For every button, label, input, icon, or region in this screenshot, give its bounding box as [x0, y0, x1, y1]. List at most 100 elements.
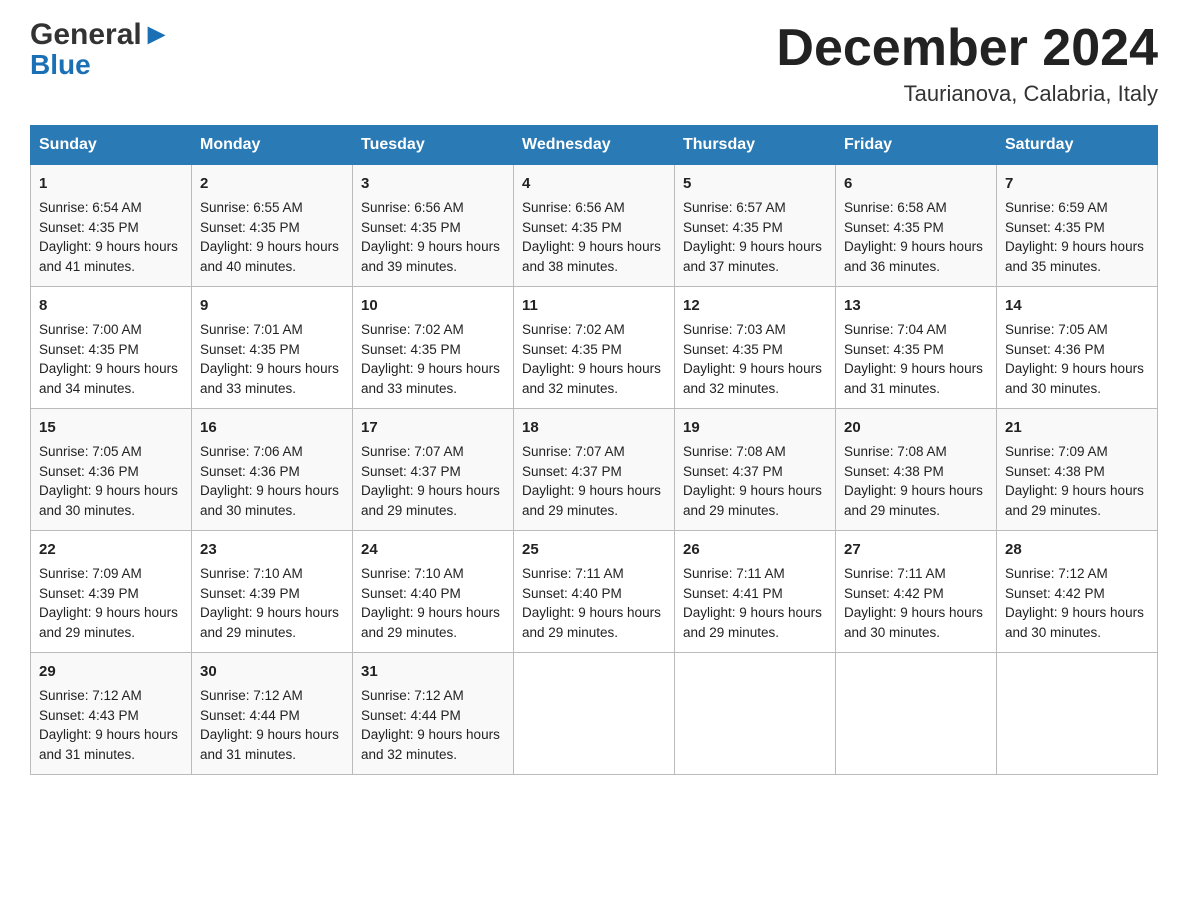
cell-info: Sunrise: 7:02 AMSunset: 4:35 PMDaylight:…: [522, 322, 661, 396]
calendar-cell: 27 Sunrise: 7:11 AMSunset: 4:42 PMDayligh…: [836, 531, 997, 653]
calendar-cell: 22 Sunrise: 7:09 AMSunset: 4:39 PMDayligh…: [31, 531, 192, 653]
week-row-1: 1 Sunrise: 6:54 AMSunset: 4:35 PMDaylight…: [31, 165, 1158, 287]
cell-info: Sunrise: 6:58 AMSunset: 4:35 PMDaylight:…: [844, 200, 983, 274]
day-number: 19: [683, 417, 827, 439]
day-number: 17: [361, 417, 505, 439]
cell-info: Sunrise: 7:12 AMSunset: 4:43 PMDaylight:…: [39, 688, 178, 762]
day-number: 1: [39, 173, 183, 195]
calendar-cell: 12 Sunrise: 7:03 AMSunset: 4:35 PMDayligh…: [675, 287, 836, 409]
calendar-cell: 3Sunrise: 6:56 AMSunset: 4:35 PMDaylight…: [353, 165, 514, 287]
calendar-cell: 18 Sunrise: 7:07 AMSunset: 4:37 PMDayligh…: [514, 409, 675, 531]
day-number: 16: [200, 417, 344, 439]
day-number: 14: [1005, 295, 1149, 317]
cell-info: Sunrise: 7:00 AMSunset: 4:35 PMDaylight:…: [39, 322, 178, 396]
day-number: 31: [361, 661, 505, 683]
day-number: 21: [1005, 417, 1149, 439]
calendar-cell: 16Sunrise: 7:06 AMSunset: 4:36 PMDayligh…: [192, 409, 353, 531]
day-number: 4: [522, 173, 666, 195]
day-number: 23: [200, 539, 344, 561]
day-number: 2: [200, 173, 344, 195]
column-header-friday: Friday: [836, 126, 997, 165]
day-number: 25: [522, 539, 666, 561]
column-header-sunday: Sunday: [31, 126, 192, 165]
cell-info: Sunrise: 7:07 AMSunset: 4:37 PMDaylight:…: [361, 444, 500, 518]
calendar-cell: 6 Sunrise: 6:58 AMSunset: 4:35 PMDaylight…: [836, 165, 997, 287]
day-number: 7: [1005, 173, 1149, 195]
month-title: December 2024: [776, 20, 1158, 77]
day-number: 5: [683, 173, 827, 195]
logo-blue-text: Blue: [30, 51, 171, 79]
cell-info: Sunrise: 7:11 AMSunset: 4:40 PMDaylight:…: [522, 566, 661, 640]
calendar-cell: 8 Sunrise: 7:00 AMSunset: 4:35 PMDaylight…: [31, 287, 192, 409]
logo-general-text: General►: [30, 20, 171, 50]
cell-info: Sunrise: 7:10 AMSunset: 4:40 PMDaylight:…: [361, 566, 500, 640]
logo-general-row: General►: [30, 20, 171, 50]
column-header-wednesday: Wednesday: [514, 126, 675, 165]
day-number: 26: [683, 539, 827, 561]
location-title: Taurianova, Calabria, Italy: [776, 81, 1158, 107]
cell-info: Sunrise: 7:11 AMSunset: 4:42 PMDaylight:…: [844, 566, 983, 640]
cell-info: Sunrise: 6:56 AMSunset: 4:35 PMDaylight:…: [522, 200, 661, 274]
day-number: 6: [844, 173, 988, 195]
week-row-2: 8 Sunrise: 7:00 AMSunset: 4:35 PMDaylight…: [31, 287, 1158, 409]
calendar-cell: 17 Sunrise: 7:07 AMSunset: 4:37 PMDayligh…: [353, 409, 514, 531]
column-header-thursday: Thursday: [675, 126, 836, 165]
cell-info: Sunrise: 6:54 AMSunset: 4:35 PMDaylight:…: [39, 200, 178, 274]
cell-info: Sunrise: 7:12 AMSunset: 4:44 PMDaylight:…: [200, 688, 339, 762]
day-number: 30: [200, 661, 344, 683]
calendar-cell: 19 Sunrise: 7:08 AMSunset: 4:37 PMDayligh…: [675, 409, 836, 531]
cell-info: Sunrise: 7:07 AMSunset: 4:37 PMDaylight:…: [522, 444, 661, 518]
calendar-cell: 10 Sunrise: 7:02 AMSunset: 4:35 PMDayligh…: [353, 287, 514, 409]
calendar-cell: 4 Sunrise: 6:56 AMSunset: 4:35 PMDaylight…: [514, 165, 675, 287]
calendar-cell: 14 Sunrise: 7:05 AMSunset: 4:36 PMDayligh…: [997, 287, 1158, 409]
calendar-cell: [836, 653, 997, 775]
calendar-cell: 15 Sunrise: 7:05 AMSunset: 4:36 PMDayligh…: [31, 409, 192, 531]
day-number: 28: [1005, 539, 1149, 561]
cell-info: Sunrise: 7:02 AMSunset: 4:35 PMDaylight:…: [361, 322, 500, 396]
day-number: 9: [200, 295, 344, 317]
day-number: 18: [522, 417, 666, 439]
cell-info: Sunrise: 7:05 AMSunset: 4:36 PMDaylight:…: [1005, 322, 1144, 396]
day-number: 8: [39, 295, 183, 317]
day-number: 11: [522, 295, 666, 317]
calendar-cell: 21 Sunrise: 7:09 AMSunset: 4:38 PMDayligh…: [997, 409, 1158, 531]
calendar-cell: [514, 653, 675, 775]
cell-info: Sunrise: 7:05 AMSunset: 4:36 PMDaylight:…: [39, 444, 178, 518]
calendar-cell: 20Sunrise: 7:08 AMSunset: 4:38 PMDayligh…: [836, 409, 997, 531]
week-row-5: 29 Sunrise: 7:12 AMSunset: 4:43 PMDayligh…: [31, 653, 1158, 775]
cell-info: Sunrise: 7:09 AMSunset: 4:38 PMDaylight:…: [1005, 444, 1144, 518]
calendar-cell: 23 Sunrise: 7:10 AMSunset: 4:39 PMDayligh…: [192, 531, 353, 653]
cell-info: Sunrise: 6:57 AMSunset: 4:35 PMDaylight:…: [683, 200, 822, 274]
calendar-cell: 31Sunrise: 7:12 AMSunset: 4:44 PMDayligh…: [353, 653, 514, 775]
cell-info: Sunrise: 7:11 AMSunset: 4:41 PMDaylight:…: [683, 566, 822, 640]
day-number: 15: [39, 417, 183, 439]
calendar-table: SundayMondayTuesdayWednesdayThursdayFrid…: [30, 125, 1158, 775]
calendar-cell: 11 Sunrise: 7:02 AMSunset: 4:35 PMDayligh…: [514, 287, 675, 409]
calendar-cell: 30 Sunrise: 7:12 AMSunset: 4:44 PMDayligh…: [192, 653, 353, 775]
week-row-3: 15 Sunrise: 7:05 AMSunset: 4:36 PMDayligh…: [31, 409, 1158, 531]
cell-info: Sunrise: 7:10 AMSunset: 4:39 PMDaylight:…: [200, 566, 339, 640]
cell-info: Sunrise: 7:03 AMSunset: 4:35 PMDaylight:…: [683, 322, 822, 396]
calendar-cell: [675, 653, 836, 775]
calendar-cell: 25 Sunrise: 7:11 AMSunset: 4:40 PMDayligh…: [514, 531, 675, 653]
cell-info: Sunrise: 7:09 AMSunset: 4:39 PMDaylight:…: [39, 566, 178, 640]
cell-info: Sunrise: 7:08 AMSunset: 4:37 PMDaylight:…: [683, 444, 822, 518]
logo: General► Blue: [30, 20, 171, 79]
calendar-cell: 28Sunrise: 7:12 AMSunset: 4:42 PMDayligh…: [997, 531, 1158, 653]
day-number: 22: [39, 539, 183, 561]
day-number: 10: [361, 295, 505, 317]
calendar-cell: 2Sunrise: 6:55 AMSunset: 4:35 PMDaylight…: [192, 165, 353, 287]
cell-info: Sunrise: 7:01 AMSunset: 4:35 PMDaylight:…: [200, 322, 339, 396]
day-number: 3: [361, 173, 505, 195]
day-number: 12: [683, 295, 827, 317]
calendar-cell: 26 Sunrise: 7:11 AMSunset: 4:41 PMDayligh…: [675, 531, 836, 653]
calendar-cell: 29 Sunrise: 7:12 AMSunset: 4:43 PMDayligh…: [31, 653, 192, 775]
cell-info: Sunrise: 6:59 AMSunset: 4:35 PMDaylight:…: [1005, 200, 1144, 274]
day-number: 29: [39, 661, 183, 683]
calendar-cell: 9 Sunrise: 7:01 AMSunset: 4:35 PMDaylight…: [192, 287, 353, 409]
column-header-tuesday: Tuesday: [353, 126, 514, 165]
cell-info: Sunrise: 7:08 AMSunset: 4:38 PMDaylight:…: [844, 444, 983, 518]
calendar-cell: 5 Sunrise: 6:57 AMSunset: 4:35 PMDaylight…: [675, 165, 836, 287]
day-number: 27: [844, 539, 988, 561]
column-header-monday: Monday: [192, 126, 353, 165]
